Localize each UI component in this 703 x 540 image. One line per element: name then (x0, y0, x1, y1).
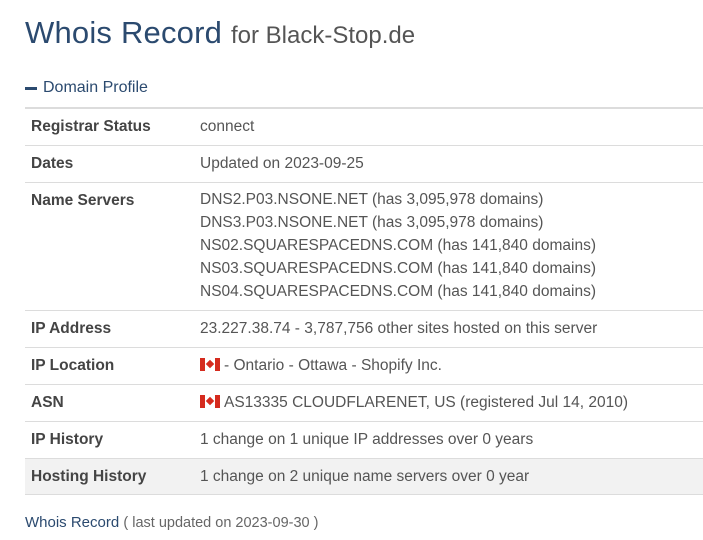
asn-value: AS13335 CLOUDFLARENET, US (registered Ju… (224, 393, 629, 411)
name-server-entry: NS02.SQUARESPACEDNS.COM (has 141,840 dom… (200, 236, 596, 254)
table-row-dates: Dates Updated on 2023-09-25 (25, 145, 703, 183)
table-row-ip-address: IP Address 23.227.38.74 - 3,787,756 othe… (25, 310, 703, 348)
dates-label: Dates (25, 145, 200, 183)
canada-flag-icon (200, 394, 220, 408)
domain-profile-toggle[interactable]: Domain Profile (25, 79, 148, 97)
table-row-ip-history: IP History 1 change on 1 unique IP addre… (25, 421, 703, 459)
minus-icon (25, 86, 37, 90)
name-servers-values: DNS2.P03.NSONE.NET (has 3,095,978 domain… (200, 182, 703, 311)
name-servers-label: Name Servers (25, 182, 200, 311)
ip-location-label: IP Location (25, 347, 200, 385)
hosting-history-label: Hosting History (25, 458, 200, 495)
registrar-status-value: connect (200, 108, 703, 146)
name-server-entry: DNS3.P03.NSONE.NET (has 3,095,978 domain… (200, 213, 544, 231)
name-server-entry: DNS2.P03.NSONE.NET (has 3,095,978 domain… (200, 190, 544, 208)
hosting-history-value: 1 change on 2 unique name servers over 0… (200, 458, 703, 495)
asn-cell: AS13335 CLOUDFLARENET, US (registered Ju… (200, 384, 703, 422)
ip-address-label: IP Address (25, 310, 200, 348)
table-row-asn: ASN AS13335 CLOUDFLARENET, US (registere… (25, 384, 703, 422)
name-server-entry: NS03.SQUARESPACEDNS.COM (has 141,840 dom… (200, 260, 596, 278)
whois-record-link[interactable]: Whois Record (25, 514, 119, 531)
page-title: Whois Record for Black-Stop.de (25, 14, 415, 51)
last-updated-note: ( last updated on 2023-09-30 ) (123, 515, 319, 531)
ip-location-cell: - Ontario - Ottawa - Shopify Inc. (200, 347, 703, 385)
table-row-registrar-status: Registrar Status connect (25, 108, 703, 146)
name-server-entry: NS04.SQUARESPACEDNS.COM (has 141,840 dom… (200, 283, 596, 301)
whois-record-footer: Whois Record ( last updated on 2023-09-3… (25, 514, 318, 531)
ip-history-value: 1 change on 1 unique IP addresses over 0… (200, 421, 703, 459)
table-row-hosting-history: Hosting History 1 change on 2 unique nam… (25, 458, 703, 495)
registrar-status-label: Registrar Status (25, 108, 200, 146)
ip-address-value: 23.227.38.74 - 3,787,756 other sites hos… (200, 310, 703, 348)
page-title-domain: for Black-Stop.de (230, 22, 416, 49)
table-row-name-servers: Name Servers DNS2.P03.NSONE.NET (has 3,0… (25, 182, 703, 311)
table-row-ip-location: IP Location - Ontario - Ottawa - Shopify… (25, 347, 703, 385)
ip-history-label: IP History (25, 421, 200, 459)
domain-profile-table: Registrar Status connect Dates Updated o… (25, 107, 703, 495)
dates-value: Updated on 2023-09-25 (200, 145, 703, 183)
canada-flag-icon (200, 357, 220, 371)
domain-profile-label: Domain Profile (43, 79, 148, 96)
page-title-main: Whois Record (25, 15, 223, 50)
ip-location-value: - Ontario - Ottawa - Shopify Inc. (224, 356, 442, 374)
whois-page: Whois Record for Black-Stop.de Domain Pr… (0, 0, 703, 540)
asn-label: ASN (25, 384, 200, 422)
